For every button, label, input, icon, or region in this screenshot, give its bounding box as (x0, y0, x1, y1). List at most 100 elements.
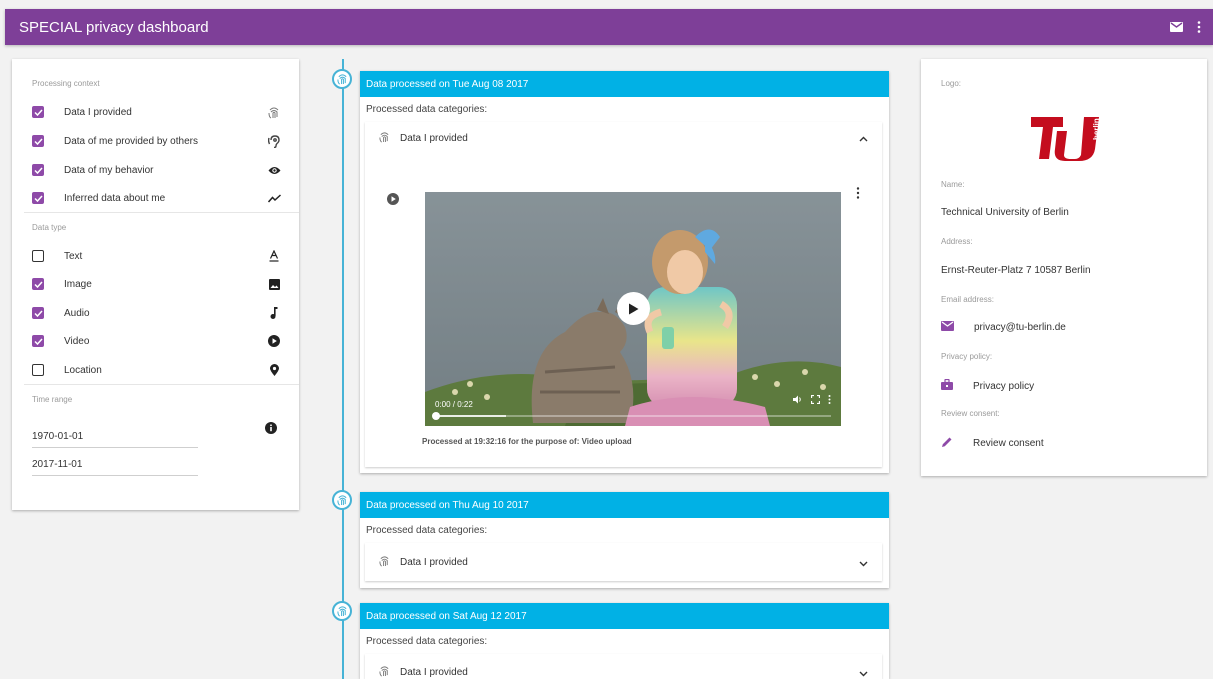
filter-data-of-my-behavior[interactable]: Data of my behavior (32, 160, 282, 180)
text-format-icon (266, 250, 282, 262)
data-type-label: Data type (32, 223, 67, 232)
logo-text: berlin (1092, 118, 1101, 140)
filter-label: Data of me provided by others (64, 135, 198, 147)
video-controls: 0:00 / 0:22 (425, 394, 841, 426)
more-vert-icon[interactable] (828, 391, 831, 409)
play-button[interactable] (617, 292, 650, 325)
video-control-icons (793, 391, 831, 409)
chevron-down-icon[interactable] (859, 669, 868, 679)
checkbox-checked[interactable] (32, 106, 44, 118)
chevron-down-icon[interactable] (859, 559, 868, 570)
filter-data-i-provided[interactable]: Data I provided (32, 102, 282, 122)
location-pin-icon (266, 364, 282, 376)
filter-inferred-data[interactable]: Inferred data about me (32, 188, 282, 208)
app-bar-actions (1170, 9, 1201, 45)
filter-text[interactable]: Text (32, 246, 282, 266)
fingerprint-icon (379, 555, 390, 570)
divider (24, 212, 299, 213)
filter-image[interactable]: Image (32, 274, 282, 294)
chevron-up-icon[interactable] (859, 134, 868, 145)
filter-label: Data I provided (64, 106, 132, 118)
review-text: Review consent (973, 438, 1044, 449)
divider (24, 384, 299, 385)
timeline-card: Data processed on Thu Aug 10 2017 Proces… (360, 492, 889, 588)
play-circle-icon (266, 335, 282, 347)
app-bar: SPECIAL privacy dashboard (5, 9, 1213, 45)
privacy-policy-link[interactable]: Privacy policy (941, 378, 1035, 393)
trending-icon (266, 193, 282, 203)
review-consent-link[interactable]: Review consent (941, 436, 1044, 451)
info-icon[interactable] (265, 421, 277, 439)
address-label: Address: (941, 237, 973, 246)
category-panel-collapsed[interactable]: Data I provided (365, 654, 882, 679)
time-to-input[interactable]: 2017-11-01 (32, 456, 198, 476)
fullscreen-icon[interactable] (810, 391, 821, 409)
more-vert-icon[interactable] (1197, 21, 1201, 33)
filter-audio[interactable]: Audio (32, 303, 282, 323)
category-panel-collapsed[interactable]: Data I provided (365, 543, 882, 581)
policy-text: Privacy policy (973, 380, 1035, 392)
video-player[interactable]: 0:00 / 0:22 (425, 192, 841, 426)
filter-label: Data of my behavior (64, 164, 154, 176)
checkbox-unchecked[interactable] (32, 364, 44, 376)
volume-icon[interactable] (793, 391, 803, 409)
fingerprint-icon (379, 131, 390, 146)
tu-berlin-logo: berlin (1029, 111, 1101, 167)
checkbox-checked[interactable] (32, 135, 44, 147)
filter-video[interactable]: Video (32, 331, 282, 351)
video-progress-knob[interactable] (432, 412, 440, 420)
time-from-input[interactable]: 1970-01-01 (32, 428, 198, 448)
checkbox-checked[interactable] (32, 164, 44, 176)
review-label: Review consent: (941, 409, 1000, 418)
checkbox-unchecked[interactable] (32, 250, 44, 262)
filter-data-provided-by-others[interactable]: Data of me provided by others (32, 131, 282, 151)
processing-caption: Processed at 19:32:16 for the purpose of… (422, 437, 632, 446)
fingerprint-icon (379, 665, 390, 679)
policy-icon (941, 378, 953, 393)
pencil-icon (941, 436, 953, 451)
mail-icon[interactable] (1170, 22, 1183, 32)
checkbox-checked[interactable] (32, 307, 44, 319)
controller-name: Technical University of Berlin (941, 207, 1069, 218)
timeline-card-subheader: Processed data categories: (366, 104, 488, 115)
more-vert-icon[interactable] (856, 186, 860, 204)
checkbox-checked[interactable] (32, 192, 44, 204)
filter-label: Inferred data about me (64, 192, 166, 204)
timeline-card-subheader: Processed data categories: (366, 525, 488, 536)
timeline-card-header: Data processed on Tue Aug 08 2017 (360, 71, 889, 97)
timeline-card-subheader: Processed data categories: (366, 636, 488, 647)
eye-icon (266, 166, 282, 175)
timeline-card-header: Data processed on Sat Aug 12 2017 (360, 603, 889, 629)
category-panel-header[interactable]: Data I provided (365, 122, 882, 155)
fingerprint-icon (266, 106, 282, 119)
filter-location[interactable]: Location (32, 360, 282, 380)
email-text: privacy@tu-berlin.de (974, 322, 1066, 333)
filter-label: Text (64, 250, 83, 262)
mail-icon (941, 321, 954, 334)
policy-label: Privacy policy: (941, 352, 993, 361)
hearing-icon (266, 134, 282, 148)
video-time: 0:00 / 0:22 (435, 400, 473, 409)
filter-label: Audio (64, 307, 90, 319)
timeline-card-header: Data processed on Thu Aug 10 2017 (360, 492, 889, 518)
filter-label: Video (64, 335, 90, 347)
fingerprint-icon (332, 601, 352, 621)
email-label: Email address: (941, 295, 994, 304)
tu-berlin-logo-graphic: berlin (1031, 117, 1101, 161)
category-panel-header[interactable]: Data I provided (365, 543, 882, 581)
video-progress-bar[interactable] (432, 412, 831, 420)
checkbox-checked[interactable] (32, 335, 44, 347)
category-label: Data I provided (400, 666, 468, 678)
checkbox-checked[interactable] (32, 278, 44, 290)
image-icon (266, 278, 282, 290)
email-link[interactable]: privacy@tu-berlin.de (941, 321, 1066, 334)
fingerprint-icon (332, 490, 352, 510)
video-progress-fill (435, 415, 507, 417)
category-panel-expanded: Data I provided 0:00 / 0:22 Processed at… (365, 122, 882, 467)
timeline-line (342, 59, 344, 679)
category-panel-header[interactable]: Data I provided (365, 654, 882, 679)
app-title: SPECIAL privacy dashboard (19, 18, 209, 36)
video-type-icon (387, 192, 399, 210)
controller-address: Ernst-Reuter-Platz 7 10587 Berlin (941, 265, 1091, 276)
timeline-card: Data processed on Sat Aug 12 2017 Proces… (360, 603, 889, 679)
